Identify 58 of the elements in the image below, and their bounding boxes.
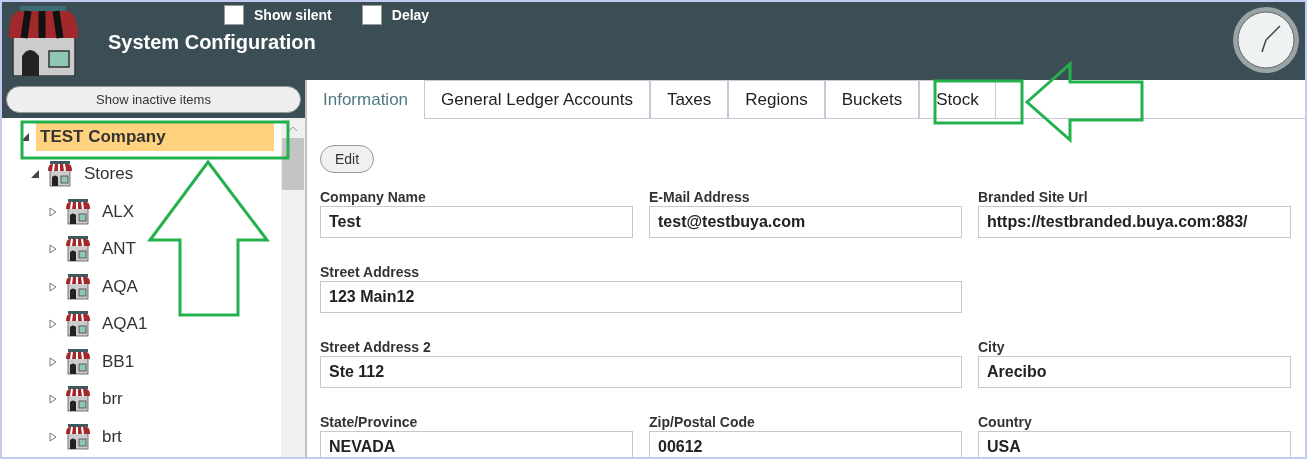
window-title: System Configuration — [108, 31, 317, 54]
scrollbar-thumb[interactable] — [282, 138, 304, 190]
tree-item[interactable]: BB1 — [98, 347, 143, 376]
store-icon — [64, 198, 92, 225]
scrollbar-track[interactable] — [281, 118, 305, 457]
field-label: City — [978, 339, 1006, 355]
field-label: Street Address 2 — [320, 339, 432, 355]
tab[interactable]: Regions — [728, 80, 825, 118]
input-field[interactable]: Ste 112 — [320, 356, 962, 388]
input-field[interactable]: test@testbuya.com — [649, 206, 962, 238]
expand-arrow-icon[interactable] — [48, 281, 58, 292]
tab[interactable]: Buckets — [824, 80, 920, 118]
store-icon — [64, 348, 92, 375]
store-icon — [64, 236, 92, 263]
expand-arrow-icon[interactable] — [48, 319, 58, 330]
field-label: Street Address — [320, 264, 421, 280]
store-logo-icon — [6, 4, 78, 76]
tree-item[interactable]: ANT — [98, 235, 144, 264]
store-icon — [64, 273, 92, 300]
store-icon — [64, 311, 92, 338]
input-field[interactable]: 00612 — [649, 431, 962, 457]
expand-arrow-icon[interactable] — [48, 431, 58, 442]
field-label: Country — [978, 414, 1033, 430]
clock-icon — [1232, 6, 1300, 74]
edit-button[interactable]: Edit — [320, 145, 375, 173]
scroll-up-icon[interactable] — [288, 126, 298, 132]
expand-arrow-icon[interactable] — [48, 394, 58, 405]
field-label: State/Province — [320, 414, 419, 430]
tree-item[interactable]: Stores — [80, 160, 142, 189]
checkbox-label: Show silent — [254, 7, 332, 23]
input-field[interactable]: NEVADA — [320, 431, 633, 457]
input-field[interactable]: Test — [320, 206, 633, 238]
expand-arrow-icon[interactable] — [48, 206, 58, 217]
tab[interactable]: Taxes — [649, 80, 729, 118]
input-field[interactable]: https://testbranded.buya.com:883/ — [978, 206, 1291, 238]
input-field[interactable]: USA — [978, 431, 1291, 457]
tree-item[interactable]: brr — [98, 385, 131, 414]
checkbox-label: Delay — [391, 7, 430, 23]
tree-item[interactable]: AQA — [98, 272, 146, 301]
expand-arrow-icon[interactable] — [48, 244, 58, 255]
field-label: E-Mail Address — [649, 189, 751, 205]
field-label: Branded Site Url — [978, 189, 1089, 205]
tree-item[interactable]: ALX — [98, 197, 143, 226]
store-icon — [64, 423, 92, 450]
store-icon — [46, 161, 74, 188]
tree-item[interactable]: brt — [98, 422, 130, 451]
input-field[interactable]: 123 Main12 — [320, 281, 962, 313]
tab[interactable]: General Ledger Accounts — [424, 80, 650, 118]
collapse-arrow-icon[interactable] — [30, 169, 40, 180]
checkbox[interactable] — [224, 5, 244, 25]
expand-arrow-icon[interactable] — [48, 356, 58, 367]
tree-item[interactable]: AQA1 — [98, 310, 156, 339]
checkbox[interactable] — [361, 5, 382, 25]
tree-item[interactable]: TEST Company — [36, 122, 274, 151]
input-field[interactable]: Arecibo — [978, 356, 1291, 388]
field-label: Zip/Postal Code — [649, 414, 756, 430]
field-label: Company Name — [320, 189, 427, 205]
store-icon — [64, 386, 92, 413]
